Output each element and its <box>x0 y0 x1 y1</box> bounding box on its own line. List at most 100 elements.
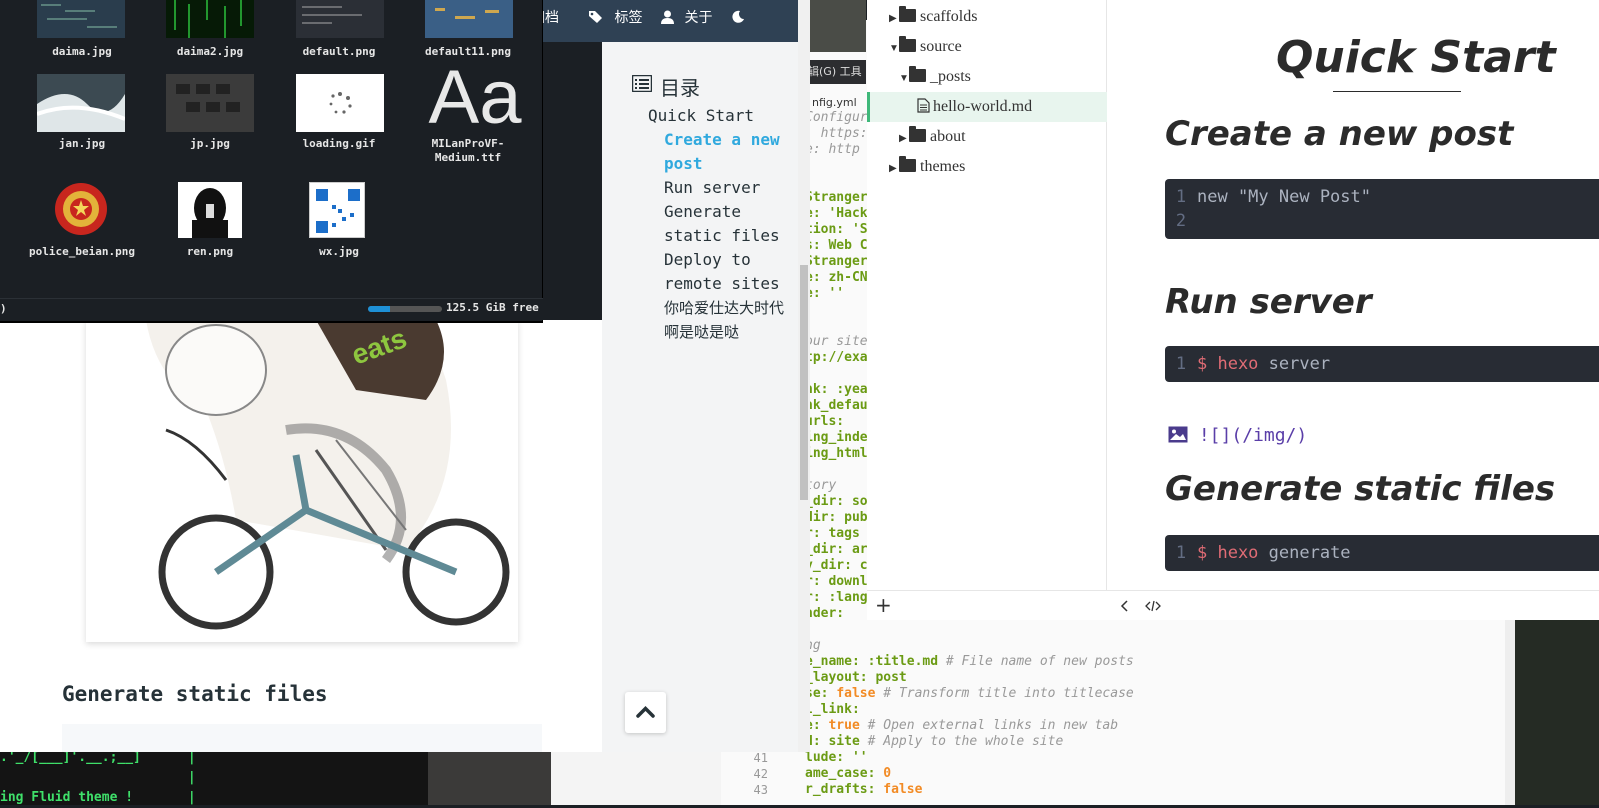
blog-article: eats Generate static files <box>0 320 602 752</box>
editor-code-line: l_link: <box>805 702 860 717</box>
file-thumbnail[interactable] <box>36 74 126 132</box>
file-name[interactable]: police_beian.png <box>20 245 144 259</box>
title-underline <box>1333 91 1461 92</box>
user-icon <box>661 10 674 24</box>
caret-right-icon[interactable]: ▶ <box>889 4 899 34</box>
editor-code-line: r: :lang <box>805 590 868 605</box>
tree-item-scaffolds[interactable]: ▶ scaffolds <box>867 2 1107 32</box>
file-thumbnail[interactable] <box>37 0 125 38</box>
file-name[interactable]: jan.jpg <box>20 137 144 151</box>
tree-item-hello-world-md[interactable]: hello-world.md <box>867 92 1107 122</box>
file-thumbnail[interactable] <box>166 74 254 132</box>
editor-code-line: e: true # Open external links in new tab <box>805 718 1119 733</box>
toc-item-root[interactable]: Quick Start <box>648 104 798 128</box>
editor-code-line: nk_defau <box>805 398 868 413</box>
editor-code-line: lude: '' <box>805 750 868 765</box>
tree-item-posts[interactable]: ▼ _posts <box>867 62 1107 92</box>
post-image-card: eats <box>86 320 518 642</box>
folder-icon <box>899 156 916 172</box>
file-thumbnail[interactable] <box>166 0 254 38</box>
file-name[interactable]: daima2.jpg <box>148 45 272 59</box>
code-icon[interactable] <box>1145 600 1161 612</box>
file-name[interactable]: wx.jpg <box>277 245 401 259</box>
status-text: ) <box>0 302 7 315</box>
caret-right-icon[interactable]: ▶ <box>899 124 909 154</box>
disk-free-text: 125.5 GiB free <box>446 301 539 314</box>
toc-list: Quick Start Create a new post Run server… <box>648 104 798 344</box>
editor-code-line: Configur <box>805 110 868 125</box>
add-file-button[interactable]: + <box>875 593 892 617</box>
file-name[interactable]: default.png <box>277 45 401 59</box>
editor-code-line: s: Web C <box>805 238 868 253</box>
scrollbar-thumb[interactable] <box>800 265 808 500</box>
editor-code-line: e_name: :title.md # File name of new pos… <box>805 654 1134 669</box>
tree-item-themes[interactable]: ▶ themes <box>867 152 1107 182</box>
toc-item-deploy[interactable]: Deploy to remote sites <box>648 248 798 296</box>
file-thumbnail[interactable] <box>309 182 365 238</box>
editor-code-line: _layout: post <box>805 670 907 685</box>
editor-code-line: _dir: sou <box>805 494 876 509</box>
file-name[interactable]: daima.jpg <box>20 45 144 59</box>
editor-code-line: r_drafts: false <box>805 782 923 797</box>
font-preview-thumbnail[interactable]: Aa <box>413 58 537 138</box>
terminal-line: ing Fluid theme ! | <box>0 790 196 805</box>
nav-tags[interactable]: 标签 <box>588 0 642 36</box>
file-name[interactable]: jp.jpg <box>148 137 272 151</box>
editor-code-line: tp://exa <box>805 350 868 365</box>
file-name[interactable]: ren.png <box>148 245 272 259</box>
file-thumbnail[interactable] <box>296 74 384 132</box>
image-markdown[interactable]: ![](/img/) <box>1168 425 1307 446</box>
editor-code-line: ing_html <box>805 446 868 461</box>
editor-code-line: Stranger <box>805 254 868 269</box>
terminal-window: .'_/[___]'.__.;__] | | ing Fluid theme !… <box>0 748 430 805</box>
toc-item-create-post[interactable]: Create a new post <box>648 128 798 176</box>
file-thumbnail[interactable] <box>425 0 513 38</box>
editor-menu-bar[interactable]: 辑(G) 工具 <box>804 60 866 84</box>
editor-line-number: 43 <box>753 783 768 797</box>
disk-usage-fill <box>368 306 391 312</box>
preview-footer <box>1107 590 1599 620</box>
theme-toggle-button[interactable] <box>731 0 745 36</box>
caret-down-icon[interactable]: ▼ <box>899 64 909 94</box>
chevron-up-icon <box>636 706 655 718</box>
file-thumbnail[interactable] <box>296 0 384 38</box>
editor-scrollbar[interactable] <box>1505 620 1515 805</box>
line-number: 1 <box>1175 354 1187 374</box>
file-manager-window: daima.jpg daima2.jpg default.png default… <box>0 0 543 323</box>
chevron-left-icon[interactable] <box>1120 600 1130 612</box>
wallpaper-fragment <box>804 0 866 52</box>
background-window <box>551 748 721 805</box>
editor-code-line: d: site # Apply to the whole site <box>805 734 1064 749</box>
editor-code-line: e: 'Hack <box>805 206 868 221</box>
line-number: 1 <box>1175 543 1187 563</box>
disk-usage-bar <box>368 306 442 312</box>
tree-item-about[interactable]: ▶ about <box>867 122 1107 152</box>
nav-about[interactable]: 关于 <box>661 0 712 36</box>
file-thumbnail[interactable] <box>52 180 110 238</box>
toc-item-run-server[interactable]: Run server <box>648 176 798 200</box>
background-window <box>428 748 551 805</box>
moon-icon <box>732 10 744 23</box>
folder-icon <box>899 36 916 52</box>
tree-item-source[interactable]: ▼ source <box>867 32 1107 62</box>
editor-code-line: se: false # Transform title into titleca… <box>805 686 1134 701</box>
file-name[interactable]: MILanProVF- Medium.ttf <box>406 137 530 165</box>
code-block <box>62 724 542 752</box>
editor-code-line: https: <box>805 126 868 141</box>
toc-item-generate[interactable]: Generate static files <box>648 200 798 248</box>
editor-code-line: e: '' <box>805 286 845 301</box>
back-to-top-button[interactable] <box>625 692 666 733</box>
file-thumbnail[interactable] <box>178 182 242 238</box>
tree-item-label: hello-world.md <box>933 98 1033 115</box>
tree-footer: + <box>867 590 1107 620</box>
caret-right-icon[interactable]: ▶ <box>889 154 899 184</box>
editor-line-number: 42 <box>753 767 768 781</box>
cat-on-bicycle-image: eats <box>86 320 518 642</box>
nav-tags-label: 标签 <box>614 10 643 26</box>
code-text: new "My New Post" <box>1197 187 1371 207</box>
toc-item-chinese[interactable]: 你哈爱仕达大时代啊是哒是哒 <box>648 296 798 344</box>
tree-item-label: scaffolds <box>920 8 978 25</box>
caret-down-icon[interactable]: ▼ <box>889 34 899 64</box>
editor-code-line: ing_inde <box>805 430 868 445</box>
file-name[interactable]: loading.gif <box>277 137 401 151</box>
